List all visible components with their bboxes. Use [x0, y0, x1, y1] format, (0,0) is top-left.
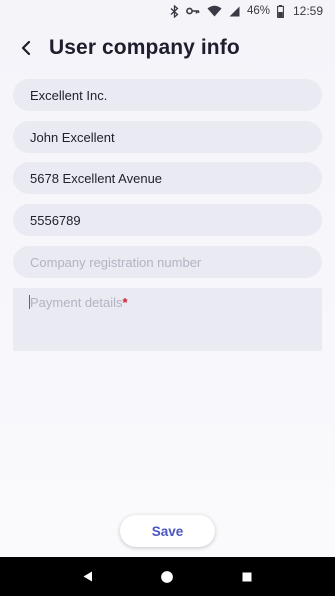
page-title: User company info [49, 36, 240, 59]
battery-icon [277, 0, 284, 22]
navigation-bar [0, 557, 335, 596]
payment-details-field[interactable]: Payment details* [13, 288, 322, 351]
required-asterisk: * [122, 295, 128, 310]
company-name-field[interactable]: Excellent Inc. [13, 79, 322, 111]
key-icon [186, 0, 200, 22]
status-bar: 46% 12:59 [0, 0, 335, 22]
registration-number-field[interactable]: Company registration number [13, 246, 322, 278]
contact-name-field[interactable]: John Excellent [13, 121, 322, 153]
back-arrow-icon [21, 40, 31, 56]
nav-recents-icon [242, 572, 252, 581]
nav-recents-button[interactable] [227, 557, 267, 596]
nav-back-button[interactable] [68, 557, 108, 596]
save-button[interactable]: Save [120, 515, 215, 547]
app-header: User company info [0, 26, 335, 70]
battery-percent: 46% [246, 5, 270, 17]
back-button[interactable] [6, 26, 46, 70]
wifi-icon [207, 0, 222, 22]
nav-back-icon [83, 571, 92, 582]
signal-icon [229, 0, 240, 22]
phone-field[interactable]: 5556789 [13, 204, 322, 236]
nav-home-icon [160, 569, 175, 584]
nav-home-button[interactable] [147, 557, 187, 596]
clock: 12:59 [292, 4, 323, 18]
payment-details-placeholder: Payment details [30, 295, 123, 310]
bluetooth-icon [170, 0, 179, 22]
address-field[interactable]: 5678 Excellent Avenue [13, 162, 322, 194]
